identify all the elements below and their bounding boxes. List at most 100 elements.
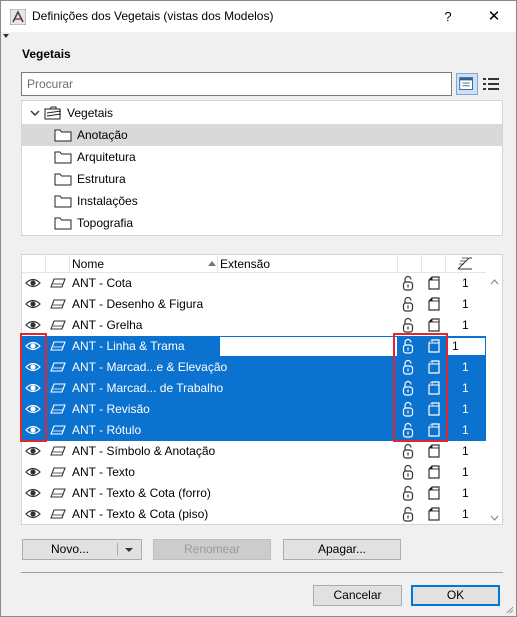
lock-icon[interactable] xyxy=(400,296,416,312)
wireframe-icon[interactable] xyxy=(426,401,442,417)
table-row[interactable]: ANT - Texto & Cota (forro) 1 xyxy=(22,483,486,504)
table-row[interactable]: ANT - Desenho & Figura 1 xyxy=(22,294,486,315)
eye-icon[interactable] xyxy=(25,361,41,373)
wireframe-icon[interactable] xyxy=(426,443,442,459)
intersection-number[interactable]: 1 xyxy=(462,378,469,399)
table-row[interactable]: ANT - Texto & Cota (piso) 1 xyxy=(22,504,486,524)
table-row[interactable]: ANT - Marcad...e & Elevação 1 xyxy=(22,357,486,378)
intersection-number[interactable]: 1 xyxy=(462,273,469,294)
eye-icon[interactable] xyxy=(25,277,41,289)
eye-icon[interactable] xyxy=(25,340,41,352)
list-view-button[interactable] xyxy=(480,73,502,95)
intersection-number[interactable]: 1 xyxy=(462,399,469,420)
table-row[interactable]: ANT - Cota 1 xyxy=(22,273,486,294)
layer-icon[interactable] xyxy=(50,340,66,352)
lock-icon[interactable] xyxy=(400,443,416,459)
layer-icon[interactable] xyxy=(50,466,66,478)
layer-icon[interactable] xyxy=(50,319,66,331)
extension-edit-field[interactable] xyxy=(220,337,397,356)
layer-icon[interactable] xyxy=(50,361,66,373)
header-layer-type[interactable] xyxy=(46,255,70,273)
wireframe-icon[interactable] xyxy=(426,380,442,396)
delete-button[interactable]: Apagar... xyxy=(283,539,401,560)
table-row[interactable]: ANT - Revisão 1 xyxy=(22,399,486,420)
table-row[interactable]: ANT - Linha & Trama 1 xyxy=(22,336,486,357)
intersection-number[interactable]: 1 xyxy=(462,483,469,504)
header-wireframe[interactable] xyxy=(422,255,446,273)
intersection-number[interactable]: 1 xyxy=(462,504,469,524)
lock-icon[interactable] xyxy=(400,317,416,333)
tree-item-estrutura[interactable]: Estrutura xyxy=(22,168,502,190)
wireframe-icon[interactable] xyxy=(426,359,442,375)
lock-icon[interactable] xyxy=(400,275,416,291)
intersection-number-field[interactable]: 1 xyxy=(445,337,486,356)
table-row[interactable]: ANT - Símbolo & Anotação 1 xyxy=(22,441,486,462)
eye-icon[interactable] xyxy=(25,424,41,436)
scroll-down-icon[interactable] xyxy=(490,515,499,521)
header-intersection[interactable] xyxy=(446,255,486,273)
layer-icon[interactable] xyxy=(50,445,66,457)
dropdown-arrow-icon[interactable] xyxy=(125,548,133,552)
new-button-label[interactable]: Novo... xyxy=(23,540,117,559)
wireframe-icon[interactable] xyxy=(426,338,442,354)
intersection-number[interactable]: 1 xyxy=(462,441,469,462)
layer-icon[interactable] xyxy=(50,403,66,415)
chevron-down-icon[interactable] xyxy=(29,107,41,119)
resize-grip-icon[interactable] xyxy=(504,604,514,614)
table-row[interactable]: ANT - Rótulo 1 xyxy=(22,420,486,441)
eye-icon[interactable] xyxy=(25,508,41,520)
tree-item-anotacao[interactable]: Anotação xyxy=(22,124,502,146)
lock-icon[interactable] xyxy=(400,338,416,354)
wireframe-icon[interactable] xyxy=(426,506,442,522)
layer-icon[interactable] xyxy=(50,508,66,520)
table-row[interactable]: ANT - Marcad... de Trabalho 1 xyxy=(22,378,486,399)
panel-collapse-icon[interactable] xyxy=(3,34,9,38)
lock-icon[interactable] xyxy=(400,506,416,522)
cancel-button[interactable]: Cancelar xyxy=(313,585,402,606)
tree-item-topografia[interactable]: Topografia xyxy=(22,212,502,234)
close-button[interactable]: ✕ xyxy=(481,5,507,29)
table-row[interactable]: ANT - Grelha 1 xyxy=(22,315,486,336)
rename-button[interactable]: Renomear xyxy=(153,539,271,560)
ok-button[interactable]: OK xyxy=(411,585,500,606)
header-lock[interactable] xyxy=(398,255,422,273)
lock-icon[interactable] xyxy=(400,485,416,501)
lock-icon[interactable] xyxy=(400,401,416,417)
tree-item-arquitetura[interactable]: Arquitetura xyxy=(22,146,502,168)
wireframe-icon[interactable] xyxy=(426,464,442,480)
eye-icon[interactable] xyxy=(25,487,41,499)
search-input[interactable] xyxy=(21,72,452,96)
scroll-up-icon[interactable] xyxy=(490,279,499,285)
tree-view-button[interactable] xyxy=(456,73,478,95)
layer-icon[interactable] xyxy=(50,277,66,289)
table-row[interactable]: ANT - Texto 1 xyxy=(22,462,486,483)
header-extension[interactable]: Extensão xyxy=(218,255,398,273)
layer-icon[interactable] xyxy=(50,487,66,499)
vertical-scrollbar[interactable] xyxy=(486,255,502,524)
intersection-number[interactable]: 1 xyxy=(462,357,469,378)
help-button[interactable]: ? xyxy=(435,5,461,29)
intersection-number[interactable]: 1 xyxy=(462,420,469,441)
eye-icon[interactable] xyxy=(25,382,41,394)
intersection-number[interactable]: 1 xyxy=(462,462,469,483)
intersection-number[interactable]: 1 xyxy=(462,315,469,336)
intersection-number[interactable]: 1 xyxy=(462,294,469,315)
layer-icon[interactable] xyxy=(50,382,66,394)
layer-icon[interactable] xyxy=(50,424,66,436)
eye-icon[interactable] xyxy=(25,466,41,478)
tree-item-instalacoes[interactable]: Instalações xyxy=(22,190,502,212)
lock-icon[interactable] xyxy=(400,464,416,480)
wireframe-icon[interactable] xyxy=(426,422,442,438)
lock-icon[interactable] xyxy=(400,380,416,396)
wireframe-icon[interactable] xyxy=(426,485,442,501)
lock-icon[interactable] xyxy=(400,422,416,438)
new-layer-split-button[interactable]: Novo... xyxy=(22,539,142,560)
wireframe-icon[interactable] xyxy=(426,317,442,333)
eye-icon[interactable] xyxy=(25,298,41,310)
lock-icon[interactable] xyxy=(400,359,416,375)
eye-icon[interactable] xyxy=(25,319,41,331)
wireframe-icon[interactable] xyxy=(426,275,442,291)
layer-icon[interactable] xyxy=(50,298,66,310)
header-visibility[interactable] xyxy=(22,255,46,273)
header-name[interactable]: Nome xyxy=(70,255,218,273)
